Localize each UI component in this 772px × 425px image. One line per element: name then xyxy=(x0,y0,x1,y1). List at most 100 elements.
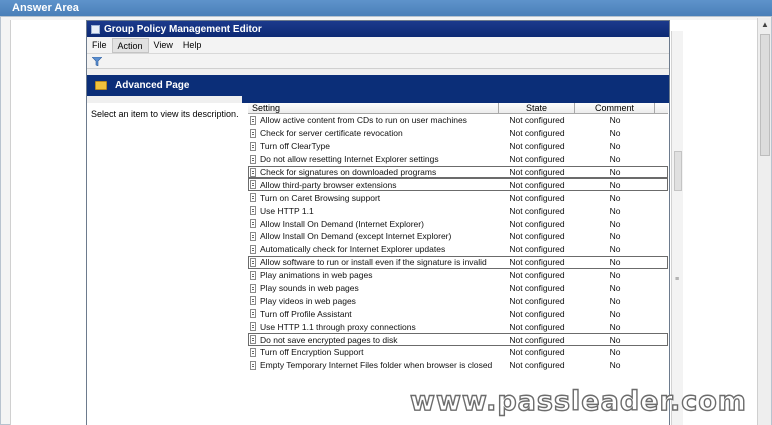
window-titlebar: Group Policy Management Editor xyxy=(87,21,669,37)
setting-cell: Allow Install On Demand (Internet Explor… xyxy=(248,219,499,229)
state-cell: Not configured xyxy=(509,308,565,319)
setting-name: Allow third-party browser extensions xyxy=(260,179,397,190)
menu-view[interactable]: View xyxy=(149,38,178,53)
table-row[interactable]: Use HTTP 1.1 Not configured No xyxy=(248,204,668,217)
setting-name: Check for server certificate revocation xyxy=(260,128,403,139)
table-row[interactable]: Check for signatures on downloaded progr… xyxy=(248,165,668,179)
page-title: Advanced Page xyxy=(115,80,190,91)
state-cell: Not configured xyxy=(509,360,565,371)
table-row[interactable]: Play animations in web pages Not configur… xyxy=(248,269,668,282)
column-header-setting[interactable]: Setting xyxy=(248,103,499,114)
comment-cell: No xyxy=(609,128,621,139)
resize-grip-icon[interactable]: ≡ xyxy=(675,276,679,283)
comment-cell: No xyxy=(609,360,621,371)
setting-name: Allow Install On Demand (except Internet… xyxy=(260,231,452,242)
state-cell: Not configured xyxy=(509,295,565,306)
policy-setting-icon xyxy=(250,283,256,293)
table-row[interactable]: Allow Install On Demand (except Internet… xyxy=(248,230,668,243)
filter-icon[interactable] xyxy=(92,56,102,66)
column-header-comment[interactable]: Comment xyxy=(575,103,655,114)
comment-cell: No xyxy=(609,257,621,268)
setting-name: Allow active content from CDs to run on … xyxy=(260,115,467,126)
answer-area-title: Answer Area xyxy=(0,0,772,16)
table-row[interactable]: Use HTTP 1.1 through proxy connections No… xyxy=(248,320,668,333)
state-cell: Not configured xyxy=(509,179,565,190)
menu-help[interactable]: Help xyxy=(178,38,207,53)
state-cell: Not configured xyxy=(509,244,565,255)
setting-cell: Play sounds in web pages xyxy=(248,283,499,293)
comment-cell: No xyxy=(609,283,621,294)
comment-cell: No xyxy=(609,295,621,306)
state-cell: Not configured xyxy=(509,141,565,152)
setting-name: Use HTTP 1.1 xyxy=(260,205,314,216)
policy-setting-icon xyxy=(250,154,256,164)
settings-table: Setting State Comment Allow active conte… xyxy=(248,103,668,425)
window-scroll-thumb[interactable] xyxy=(674,151,682,191)
menu-action[interactable]: Action xyxy=(111,37,149,53)
policy-setting-icon xyxy=(250,167,256,177)
scroll-thumb[interactable] xyxy=(760,34,770,156)
table-row[interactable]: Allow active content from CDs to run on … xyxy=(248,114,668,127)
window-scrollbar[interactable]: ≡ xyxy=(671,31,683,425)
policy-setting-icon xyxy=(250,231,256,241)
policy-setting-icon xyxy=(250,347,256,357)
state-cell: Not configured xyxy=(509,167,565,177)
table-header: Setting State Comment xyxy=(248,103,668,114)
extended-view: Select an item to view its description. … xyxy=(87,103,669,425)
comment-cell: No xyxy=(609,167,621,177)
table-row[interactable]: Allow Install On Demand (Internet Explor… xyxy=(248,217,668,230)
setting-cell: Do not allow resetting Internet Explorer… xyxy=(248,154,499,164)
comment-cell: No xyxy=(609,154,621,165)
setting-name: Turn off Encryption Support xyxy=(260,347,364,358)
table-row[interactable]: Play sounds in web pages Not configured No xyxy=(248,282,668,295)
state-cell: Not configured xyxy=(509,347,565,358)
table-row[interactable]: Allow software to run or install even if… xyxy=(248,255,668,269)
comment-cell: No xyxy=(609,141,621,152)
setting-cell: Automatically check for Internet Explore… xyxy=(248,244,499,254)
policy-setting-icon xyxy=(250,309,256,319)
table-row[interactable]: Turn off ClearType Not configured No xyxy=(248,140,668,153)
policy-setting-icon xyxy=(250,270,256,280)
menubar: File Action View Help xyxy=(87,37,669,54)
state-cell: Not configured xyxy=(509,218,565,229)
answer-area-scrollbar[interactable]: ▲ xyxy=(757,18,771,425)
policy-setting-icon xyxy=(250,360,256,370)
setting-name: Empty Temporary Internet Files folder wh… xyxy=(260,360,493,371)
menu-file[interactable]: File xyxy=(87,38,112,53)
table-row[interactable]: Play videos in web pages Not configured No xyxy=(248,294,668,307)
policy-setting-icon xyxy=(250,206,256,216)
policy-setting-icon xyxy=(250,322,256,332)
comment-cell: No xyxy=(609,308,621,319)
table-row[interactable]: Check for server certificate revocation N… xyxy=(248,127,668,140)
scroll-up-arrow-icon[interactable]: ▲ xyxy=(758,18,772,32)
table-row[interactable]: Do not allow resetting Internet Explorer… xyxy=(248,153,668,166)
table-row[interactable]: Automatically check for Internet Explore… xyxy=(248,243,668,256)
setting-cell: Play animations in web pages xyxy=(248,270,499,280)
table-row[interactable]: Empty Temporary Internet Files folder wh… xyxy=(248,359,668,372)
table-row[interactable]: Turn off Profile Assistant Not configured… xyxy=(248,307,668,320)
table-row[interactable]: Turn off Encryption Support Not configure… xyxy=(248,346,668,359)
table-row[interactable]: Do not save encrypted pages to disk Not c… xyxy=(248,333,668,347)
setting-name: Turn on Caret Browsing support xyxy=(260,192,381,203)
comment-cell: No xyxy=(609,192,621,203)
table-body: Allow active content from CDs to run on … xyxy=(248,114,668,372)
setting-name: Allow Install On Demand (Internet Explor… xyxy=(260,218,424,229)
table-row[interactable]: Allow third-party browser extensions Not … xyxy=(248,178,668,192)
setting-cell: Turn off ClearType xyxy=(248,141,499,151)
watermark: www.passleader.com xyxy=(409,385,747,417)
page-banner: Advanced Page xyxy=(87,75,669,96)
table-row[interactable]: Turn on Caret Browsing support Not config… xyxy=(248,191,668,204)
state-cell: Not configured xyxy=(509,334,565,345)
setting-cell: Check for server certificate revocation xyxy=(248,128,499,138)
setting-name: Do not save encrypted pages to disk xyxy=(260,334,398,345)
comment-cell: No xyxy=(609,218,621,229)
setting-cell: Use HTTP 1.1 xyxy=(248,206,499,216)
setting-name: Allow software to run or install even if… xyxy=(260,257,487,268)
setting-name: Use HTTP 1.1 through proxy connections xyxy=(260,321,416,332)
setting-cell: Empty Temporary Internet Files folder wh… xyxy=(248,360,499,370)
state-cell: Not configured xyxy=(509,192,565,203)
column-header-state[interactable]: State xyxy=(499,103,575,114)
setting-cell: Turn on Caret Browsing support xyxy=(248,193,499,203)
policy-setting-icon xyxy=(250,335,256,345)
policy-setting-icon xyxy=(250,128,256,138)
